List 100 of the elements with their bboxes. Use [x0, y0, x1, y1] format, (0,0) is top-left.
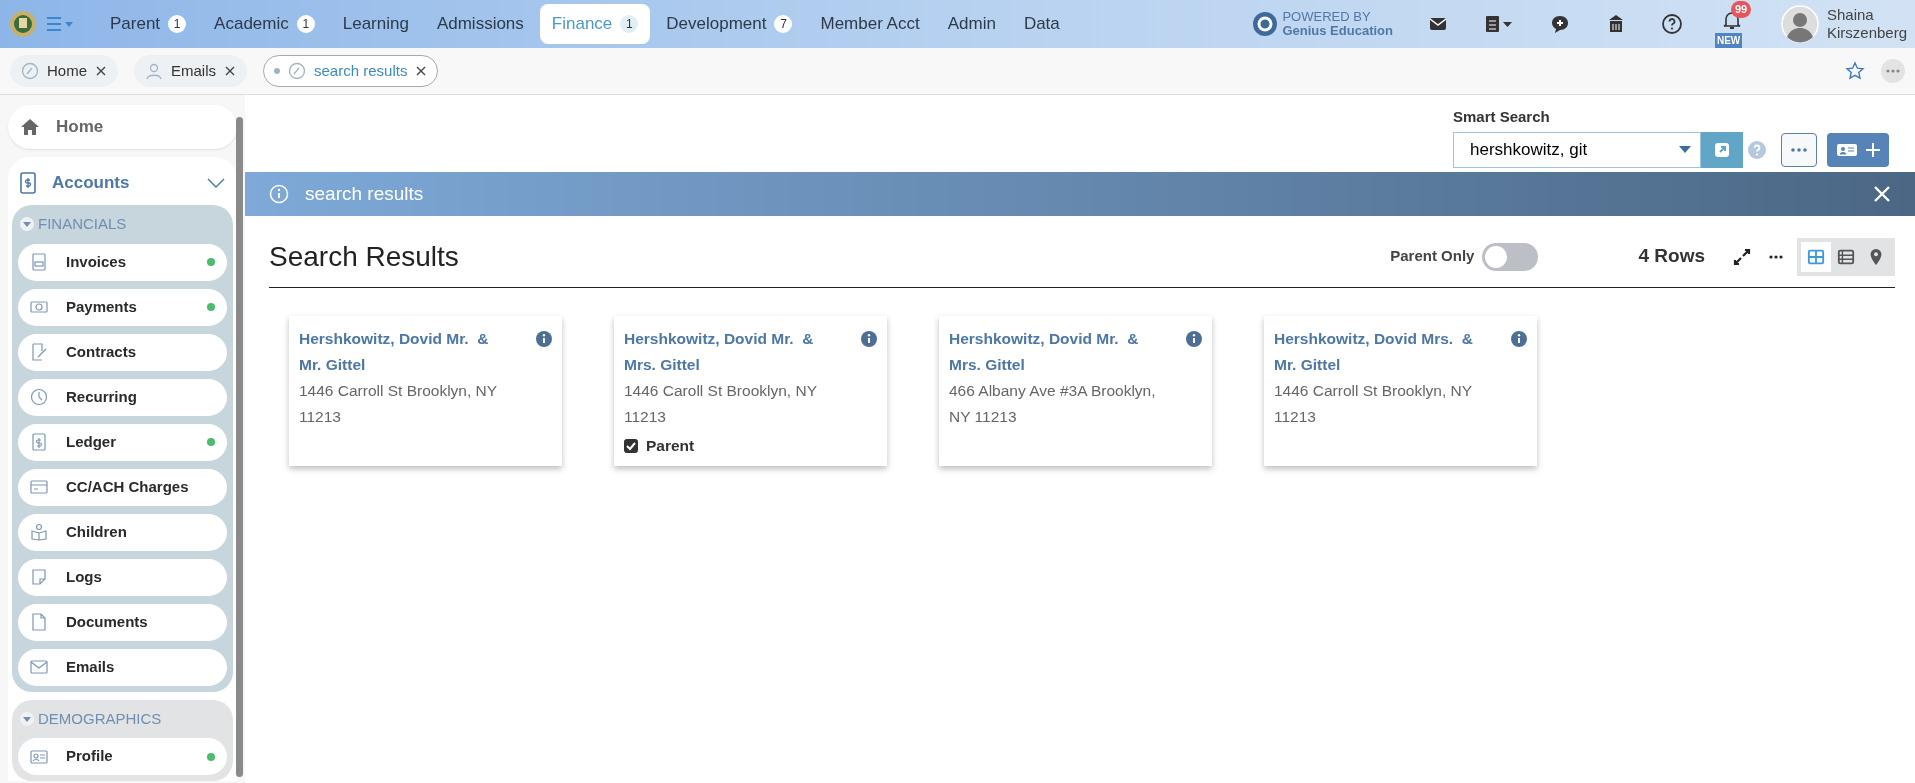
checkbox-label: Parent [646, 436, 695, 456]
info-icon[interactable] [861, 331, 877, 347]
sidebar-item-label: Payments [66, 296, 137, 317]
note-icon [30, 568, 48, 586]
smart-search-field[interactable]: hershkowitz, git [1453, 132, 1701, 168]
info-icon[interactable] [536, 331, 552, 347]
row-count: 4 Rows [1638, 244, 1705, 269]
info-icon [269, 184, 289, 204]
checkbox[interactable] [624, 438, 638, 453]
close-icon [95, 65, 107, 77]
dollar-document-icon [30, 433, 48, 451]
new-tag: NEW [1714, 33, 1743, 48]
sidebar-item[interactable]: Logs [18, 558, 227, 596]
open-tab[interactable]: Emails [134, 54, 248, 88]
close-icon [224, 65, 237, 77]
avatar-icon[interactable] [1780, 5, 1819, 43]
results-title: Search Results [269, 239, 459, 274]
count-badge: 1 [296, 15, 315, 33]
open-link-button[interactable] [1701, 132, 1743, 168]
count-badge: 1 [168, 15, 187, 33]
grid-view-button[interactable] [1801, 241, 1831, 272]
chevron-icon [207, 178, 225, 188]
sidebar-item-label: Logs [66, 566, 102, 587]
sidebar-item[interactable]: Emails [18, 648, 227, 686]
signed-document-icon [30, 343, 48, 361]
address-text: 1446 Carroll St Brooklyn, NY 11213 [299, 381, 498, 427]
banknote-icon [30, 298, 48, 316]
sidebar-item[interactable]: Ledger [18, 423, 227, 461]
add-contact-button[interactable] [1827, 133, 1889, 167]
sidebar-item[interactable]: Documents [18, 603, 227, 641]
sidebar-item[interactable]: Children [18, 513, 227, 551]
info-icon[interactable] [1186, 331, 1202, 347]
compass-icon [288, 62, 307, 80]
sidebar-item-label: Recurring [66, 386, 137, 407]
help-icon[interactable] [1660, 13, 1683, 35]
smart-search-label: Smart Search [1453, 106, 1551, 127]
nav-tab[interactable]: Admin [935, 4, 1008, 44]
nav-tab[interactable]: Parent 1 [98, 4, 199, 44]
sidebar-item-label: Documents [66, 611, 148, 632]
toggle-switch[interactable] [1482, 242, 1539, 271]
more-button[interactable] [1781, 133, 1817, 167]
open-tab[interactable]: search results [263, 54, 439, 88]
sidebar-item[interactable]: Contracts [18, 333, 227, 371]
contact-name-link[interactable]: Hershkowitz, Dovid Mr. & Mr. Gittel [299, 326, 511, 378]
credit-card-icon [30, 478, 48, 496]
home-nav-item[interactable]: Home [8, 105, 237, 149]
file-icon [30, 613, 48, 631]
id-card-icon [1836, 142, 1858, 158]
sidebar-item[interactable]: CC/ACH Charges [18, 468, 227, 506]
close-icon [415, 65, 428, 77]
contact-name-link[interactable]: Hershkowitz, Dovid Mr. & Mrs. Gittel [624, 326, 836, 378]
star-icon[interactable] [1845, 61, 1865, 81]
dropdown-caret-icon[interactable] [1679, 146, 1691, 154]
address-text: 466 Albany Ave #3A Brooklyn, NY 11213 [949, 381, 1157, 427]
compass-icon [21, 62, 39, 80]
nav-tab[interactable]: Development 7 [654, 4, 805, 44]
ellipsis-icon [1886, 69, 1900, 73]
status-dot-icon [274, 68, 281, 74]
powered-by-text: POWERED BY [1282, 10, 1372, 24]
address-text: 1446 Carroll St Brooklyn, NY 11213 [1274, 381, 1473, 427]
nav-tab[interactable]: Data [1011, 4, 1072, 44]
home-icon [20, 118, 40, 136]
sidebar-item[interactable]: Profile [18, 738, 227, 775]
result-card[interactable]: Hershkowitz, Dovid Mr. & Mrs. Gittel 466 Albany Ave #3A Brooklyn, NY 11213 [939, 316, 1212, 466]
sidebar-item[interactable]: Payments [18, 288, 227, 326]
contact-name-link[interactable]: Hershkowitz, Dovid Mr. & Mrs. Gittel [949, 326, 1161, 378]
caret-icon [20, 711, 34, 726]
address-text: 1446 Caroll St Brooklyn, NY 11213 [624, 381, 818, 427]
sidebar-item[interactable]: Recurring [18, 378, 227, 416]
nav-tab[interactable]: Learning [330, 4, 421, 44]
logo-icon [1252, 11, 1279, 37]
scrollbar[interactable] [236, 117, 243, 777]
more-icon[interactable] [1769, 254, 1783, 259]
envelope-icon [30, 658, 48, 676]
sidebar-item-label: Contracts [66, 341, 136, 362]
nav-tab[interactable]: Academic 1 [202, 4, 327, 44]
nav-tab[interactable]: Finance 1 [539, 4, 651, 44]
person-icon [145, 62, 163, 80]
result-card[interactable]: Hershkowitz, Dovid Mr. & Mr. Gittel 1446 Carroll St Brooklyn, NY 11213 [289, 316, 562, 466]
nav-tab[interactable]: Admissions [424, 4, 536, 44]
result-card[interactable]: Hershkowitz, Dovid Mrs. & Mr. Gittel 1446 Carroll St Brooklyn, NY 11213 [1264, 316, 1537, 466]
info-icon[interactable] [1511, 331, 1527, 347]
sidebar-item-label: Profile [66, 746, 113, 767]
id-card-icon [30, 747, 48, 766]
clock-icon [30, 388, 48, 406]
nav-tab[interactable]: Member Acct [808, 4, 932, 44]
sidebar-item[interactable]: Invoices [18, 243, 227, 281]
user-name[interactable]: Shaina Kirszenberg [1826, 6, 1907, 42]
dollar-document-icon [20, 172, 36, 194]
open-tab[interactable]: Home [10, 54, 118, 88]
sidebar-item-label: Ledger [66, 431, 116, 452]
close-icon[interactable] [1873, 185, 1891, 203]
expand-icon[interactable] [1733, 247, 1751, 266]
toggle-label: Parent Only [1390, 246, 1475, 267]
sidebar-item-label: Emails [66, 656, 115, 677]
result-card[interactable]: Hershkowitz, Dovid Mr. & Mrs. Gittel 1446 Caroll St Brooklyn, NY 11213 Parent [614, 316, 887, 466]
contact-name-link[interactable]: Hershkowitz, Dovid Mrs. & Mr. Gittel [1274, 326, 1486, 378]
plus-icon [1866, 143, 1880, 157]
brand-name: Genius Education [1282, 24, 1393, 38]
school-crest-logo [8, 9, 38, 39]
